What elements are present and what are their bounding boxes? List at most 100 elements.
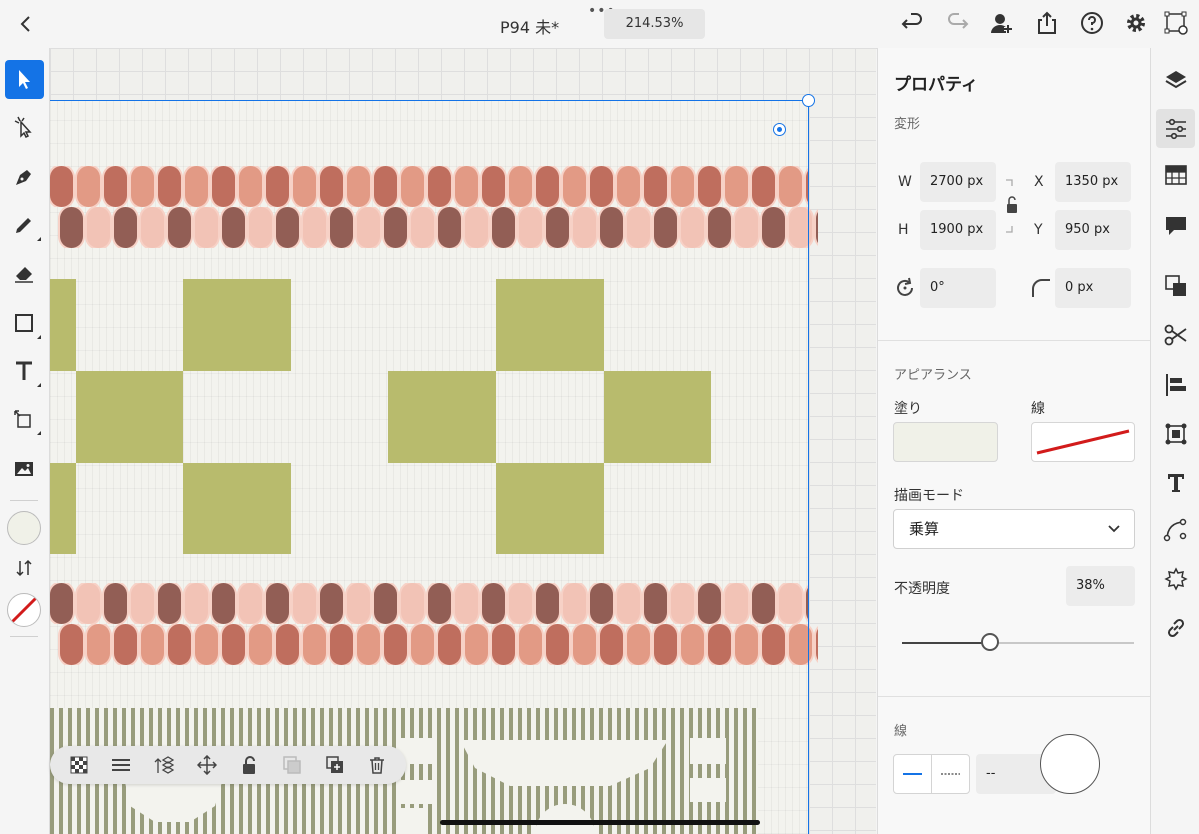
pattern-pill	[158, 166, 181, 207]
blend-mode-select[interactable]: 乗算	[893, 509, 1135, 549]
rectangle-tool[interactable]	[5, 304, 44, 343]
selection-tool[interactable]	[5, 60, 44, 99]
height-field[interactable]: 1900 px	[920, 210, 996, 250]
arrange-icon[interactable]	[154, 755, 174, 775]
opacity-slider-thumb[interactable]	[981, 633, 1000, 651]
stroke-section-label: 線	[894, 724, 908, 739]
group-icon[interactable]	[282, 755, 302, 775]
rotation-field[interactable]: 0°	[920, 268, 996, 308]
direct-selection-tool[interactable]	[5, 108, 44, 147]
help-icon[interactable]	[1079, 10, 1105, 36]
eraser-tool[interactable]	[5, 254, 44, 293]
pattern-pill	[347, 166, 370, 207]
pattern-pill	[671, 166, 694, 207]
document-title[interactable]: P94 未*	[500, 14, 559, 38]
fill-swatch[interactable]	[7, 511, 41, 545]
pattern-pill	[465, 207, 488, 248]
pattern-pill	[779, 166, 802, 207]
redo-icon[interactable]	[945, 10, 971, 36]
corner-radius-field[interactable]: 0 px	[1055, 268, 1131, 308]
reference-point-icon[interactable]	[773, 123, 786, 136]
pattern-pill	[617, 166, 640, 207]
pattern-pill	[357, 207, 380, 248]
pattern-pill	[492, 624, 515, 665]
width-field[interactable]: 2700 px	[920, 162, 996, 202]
path-icon[interactable]	[1163, 518, 1189, 544]
panel-switcher	[1150, 48, 1199, 834]
canvas[interactable]	[50, 48, 876, 834]
selection-right-edge	[808, 100, 809, 834]
swatches-icon[interactable]	[1163, 163, 1189, 189]
solid-line-button[interactable]	[893, 754, 932, 794]
y-label: Y	[1034, 222, 1043, 238]
stroke-label: 線	[1031, 401, 1045, 417]
olive-square	[496, 279, 604, 371]
stroke-color-circle[interactable]	[1040, 734, 1100, 794]
image-tool[interactable]	[5, 450, 44, 489]
pattern-pill	[384, 207, 407, 248]
symbols-icon[interactable]	[1163, 566, 1189, 592]
pattern-pill	[752, 166, 775, 207]
invite-user-icon[interactable]	[989, 10, 1015, 36]
stroke-swatch[interactable]	[7, 593, 41, 627]
properties-icon[interactable]	[1156, 109, 1195, 148]
type-tool[interactable]	[5, 352, 44, 391]
pencil-tool[interactable]	[5, 206, 44, 245]
pattern-pill	[725, 166, 748, 207]
swap-icon[interactable]	[14, 558, 34, 578]
pattern-pill	[509, 166, 532, 207]
pattern-pill	[168, 624, 191, 665]
pattern-pill	[114, 207, 137, 248]
pattern-pill	[465, 624, 488, 665]
pattern-pill	[681, 207, 704, 248]
frame-icon[interactable]	[1163, 421, 1189, 447]
y-field[interactable]: 950 px	[1055, 210, 1131, 250]
delete-icon[interactable]	[367, 755, 387, 775]
opacity-slider[interactable]	[902, 633, 1134, 651]
stroke-color-swatch[interactable]	[1031, 422, 1135, 462]
align-menu-icon[interactable]	[111, 755, 131, 775]
pattern-pill	[330, 207, 353, 248]
link-icon[interactable]	[1163, 615, 1189, 641]
pattern-pill	[374, 166, 397, 207]
constrain-proportions-lock-icon[interactable]	[1002, 176, 1022, 236]
pen-tool[interactable]	[5, 158, 44, 197]
opacity-field[interactable]: 38%	[1066, 566, 1135, 606]
duplicate-icon[interactable]	[325, 755, 345, 775]
resize-handle[interactable]	[802, 94, 815, 107]
pattern-pill	[617, 583, 640, 624]
type-panel-icon[interactable]	[1163, 470, 1189, 496]
pattern-pill	[482, 166, 505, 207]
pattern-pill	[320, 166, 343, 207]
solid-line-icon	[903, 773, 922, 775]
transparency-icon[interactable]	[69, 755, 89, 775]
pattern-pill	[708, 624, 731, 665]
share-icon[interactable]	[1034, 10, 1060, 36]
pathfinder-icon[interactable]	[1163, 273, 1189, 299]
pattern-pill	[708, 207, 731, 248]
fill-color-swatch[interactable]	[893, 422, 998, 462]
settings-icon[interactable]	[1123, 10, 1149, 36]
pattern-pill	[536, 166, 559, 207]
move-icon[interactable]	[197, 755, 217, 775]
pattern-pill	[185, 166, 208, 207]
dashed-line-button[interactable]	[931, 754, 970, 794]
transform-tool[interactable]	[5, 400, 44, 439]
back-icon[interactable]	[14, 12, 38, 36]
comments-icon[interactable]	[1163, 213, 1189, 239]
scissors-icon[interactable]	[1163, 322, 1189, 348]
x-field[interactable]: 1350 px	[1055, 162, 1131, 202]
preview-icon[interactable]	[1163, 10, 1189, 36]
align-icon[interactable]	[1163, 372, 1189, 398]
pattern-pill	[374, 583, 397, 624]
pattern-pill	[401, 583, 424, 624]
pattern-pill	[249, 207, 272, 248]
undo-icon[interactable]	[899, 10, 925, 36]
pattern-pill	[50, 166, 73, 207]
olive-square	[76, 371, 183, 463]
zoom-level[interactable]: 214.53%	[604, 9, 705, 39]
pattern-pill	[168, 207, 191, 248]
lock-icon[interactable]	[240, 755, 260, 775]
layers-icon[interactable]	[1163, 67, 1189, 93]
section-divider	[878, 340, 1150, 341]
